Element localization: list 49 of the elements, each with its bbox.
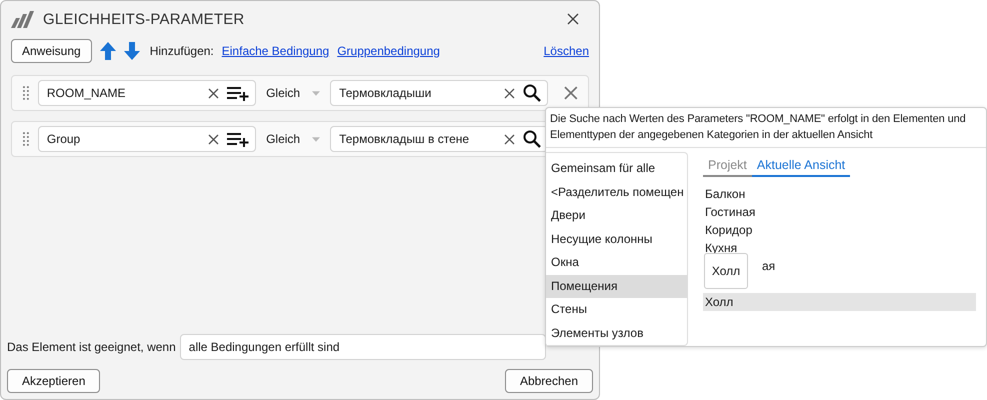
value-item[interactable]: ая <box>760 257 776 275</box>
add-label: Hinzufügen: <box>150 44 214 58</box>
arrow-up-icon[interactable] <box>100 42 116 60</box>
drag-tooltip: Холл <box>704 253 748 289</box>
condition-label: Das Element ist geeignet, wenn <box>7 340 176 354</box>
cancel-button[interactable]: Abbrechen <box>504 369 593 393</box>
category-item[interactable]: Элементы узлов <box>546 322 687 345</box>
value-item[interactable]: Коридор <box>703 221 976 239</box>
tab[interactable]: Aktuelle Ansicht <box>752 158 850 177</box>
value-item[interactable]: Холл <box>703 293 976 311</box>
clear-icon[interactable] <box>504 88 516 98</box>
caret-icon <box>312 90 320 96</box>
operator-dropdown[interactable]: Gleich <box>264 132 322 146</box>
category-item[interactable]: Несущие колонны <box>546 228 687 251</box>
caret-icon <box>312 136 320 142</box>
arrow-down-icon[interactable] <box>124 42 140 60</box>
category-item[interactable]: Окна <box>546 251 687 274</box>
parameter-field[interactable]: Group <box>38 126 256 152</box>
category-item[interactable]: Двери <box>546 204 687 228</box>
category-item[interactable]: <Разделитель помещен <box>546 180 687 204</box>
clear-icon[interactable] <box>208 134 220 144</box>
drag-handle-icon[interactable] <box>22 131 30 147</box>
clear-icon[interactable] <box>504 134 516 144</box>
popup-hint: Die Suche nach Werten des Parameters "ROOM_NAME" erfolgt in den Elementen und Elementtypen der angegebenen Kategorien in der aktuellen Ansicht <box>546 108 986 148</box>
window-title: GLEICHHEITS-PARAMETER <box>43 10 244 28</box>
clear-icon[interactable] <box>208 88 220 98</box>
value-item[interactable]: Балкон <box>703 185 976 203</box>
add-list-icon[interactable] <box>227 85 250 101</box>
value-item[interactable]: Гостиная <box>703 203 976 221</box>
drag-handle-icon[interactable] <box>22 85 30 101</box>
instruction-button[interactable]: Anweisung <box>11 39 92 63</box>
parameter-field[interactable]: ROOM_NAME <box>38 80 256 106</box>
accept-button[interactable]: Akzeptieren <box>7 369 100 393</box>
logo-icon <box>11 10 35 28</box>
category-item[interactable]: Gemeinsam für alle <box>546 157 687 180</box>
search-icon[interactable] <box>523 84 542 102</box>
add-link[interactable]: Einfache Bedingung <box>222 44 330 58</box>
add-link[interactable]: Gruppenbedingung <box>337 44 440 58</box>
mode-dropdown[interactable]: alle Bedingungen erfüllt sind <box>180 334 546 360</box>
value-field[interactable]: Термовкладыши <box>330 80 548 106</box>
category-item[interactable]: Стены <box>546 298 687 322</box>
delete-icon[interactable] <box>564 86 578 100</box>
close-icon[interactable] <box>567 13 579 25</box>
category-item[interactable]: Помещения <box>546 274 687 298</box>
add-list-icon[interactable] <box>227 131 250 147</box>
operator-dropdown[interactable]: Gleich <box>264 86 322 100</box>
delete-link[interactable]: Löschen <box>544 44 589 58</box>
search-icon[interactable] <box>523 130 542 148</box>
tab[interactable]: Projekt <box>703 158 752 177</box>
